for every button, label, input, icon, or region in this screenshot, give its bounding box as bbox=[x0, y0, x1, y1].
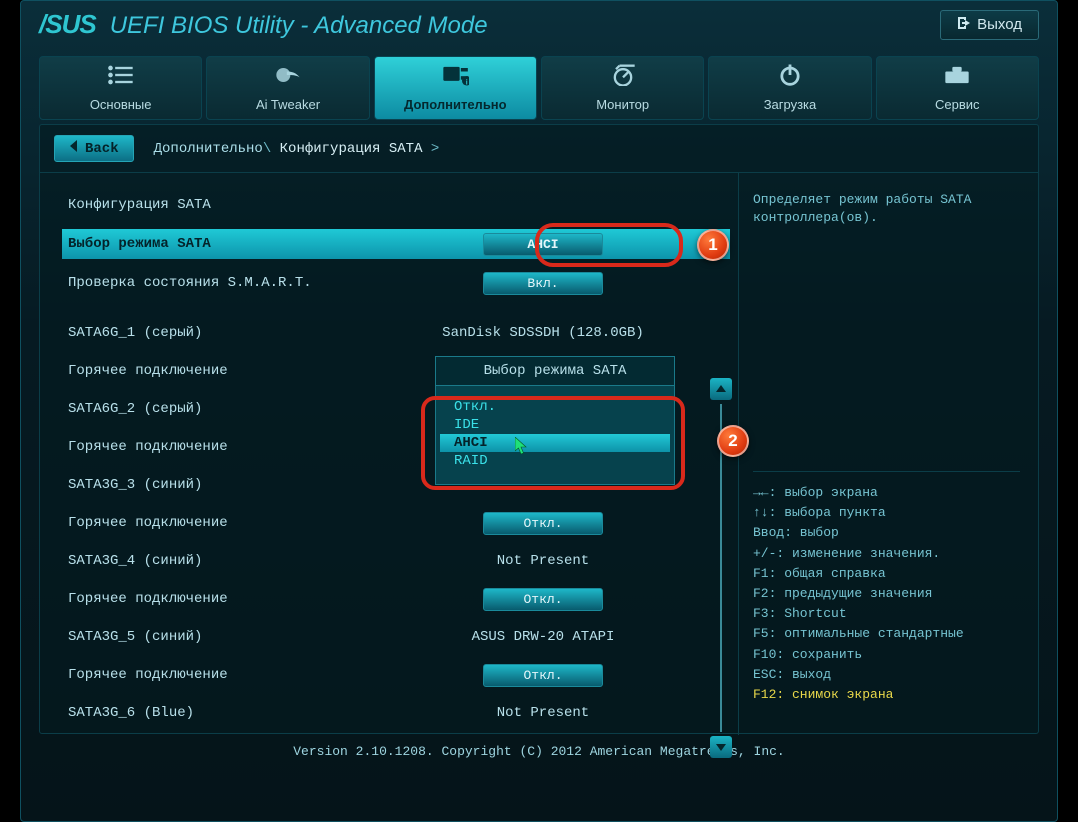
dropdown-item-off[interactable]: Откл. bbox=[440, 398, 670, 416]
footer-text: Version 2.10.1208. Copyright (C) 2012 Am… bbox=[21, 734, 1057, 769]
toolbox-icon bbox=[943, 64, 971, 91]
hotplug-label: Горячее подключение bbox=[68, 439, 428, 455]
sata-mode-dropdown: Выбор режима SATA Откл. IDE AHCI RAID bbox=[435, 356, 675, 485]
port-label: SATA6G_1 (серый) bbox=[68, 325, 428, 341]
section-title: Конфигурация SATA bbox=[68, 191, 730, 219]
tab-bar: Основные Ai Tweaker i Дополнительно Мони… bbox=[21, 56, 1057, 120]
section-title-label: Конфигурация SATA bbox=[68, 197, 428, 213]
hint: F3: Shortcut bbox=[753, 605, 1020, 623]
sata-mode-label: Выбор режима SATA bbox=[68, 236, 428, 252]
port-value: Not Present bbox=[428, 553, 658, 569]
hint: F10: сохранить bbox=[753, 646, 1020, 664]
hint: F2: предыдущие значения bbox=[753, 585, 1020, 603]
port-label: SATA3G_3 (синий) bbox=[68, 477, 428, 493]
smart-value[interactable]: Вкл. bbox=[483, 272, 603, 295]
chip-icon: i bbox=[441, 64, 469, 91]
row-sata6g-1: SATA6G_1 (серый) SanDisk SDSSDH (128.0GB… bbox=[68, 319, 730, 347]
hint: →←: выбор экрана bbox=[753, 484, 1020, 502]
row-sata3g-4: SATA3G_4 (синий) Not Present bbox=[68, 547, 730, 575]
row-hotplug-4[interactable]: Горячее подключение Откл. bbox=[68, 585, 730, 613]
hint: F1: общая справка bbox=[753, 565, 1020, 583]
tab-main[interactable]: Основные bbox=[39, 56, 202, 120]
port-value: SanDisk SDSSDH (128.0GB) bbox=[428, 325, 658, 341]
power-icon bbox=[776, 64, 804, 91]
dropdown-item-raid[interactable]: RAID bbox=[440, 452, 670, 470]
tab-label: Ai Tweaker bbox=[256, 97, 320, 112]
hotplug-label: Горячее подключение bbox=[68, 591, 428, 607]
exit-button[interactable]: Выход bbox=[940, 10, 1039, 40]
breadcrumb-sep: \ bbox=[263, 141, 271, 157]
brand: /SUS UEFI BIOS Utility - Advanced Mode bbox=[39, 9, 488, 40]
hint: ↑↓: выбора пункта bbox=[753, 504, 1020, 522]
back-label: Back bbox=[85, 141, 119, 157]
row-sata-mode[interactable]: Выбор режима SATA AHCI bbox=[62, 229, 730, 259]
hotplug-value[interactable]: Откл. bbox=[483, 512, 603, 535]
breadcrumb-a[interactable]: Дополнительно bbox=[154, 141, 263, 157]
hotplug-label: Горячее подключение bbox=[68, 515, 428, 531]
sata-mode-value[interactable]: AHCI bbox=[483, 233, 603, 256]
tab-aitweaker[interactable]: Ai Tweaker bbox=[206, 56, 369, 120]
back-button[interactable]: Back bbox=[54, 135, 134, 162]
tab-advanced[interactable]: i Дополнительно bbox=[374, 56, 537, 120]
chevron-left-icon bbox=[69, 140, 79, 157]
hint: ESC: выход bbox=[753, 666, 1020, 684]
mouse-cursor-icon bbox=[515, 437, 529, 455]
annotation-badge-2: 2 bbox=[717, 425, 749, 457]
tab-label: Загрузка bbox=[764, 97, 817, 112]
port-value: Not Present bbox=[428, 705, 658, 721]
dropdown-item-ide[interactable]: IDE bbox=[440, 416, 670, 434]
tab-label: Монитор bbox=[596, 97, 649, 112]
tab-boot[interactable]: Загрузка bbox=[708, 56, 871, 120]
hotplug-label: Горячее подключение bbox=[68, 667, 428, 683]
fan-icon bbox=[274, 64, 302, 91]
gauge-icon bbox=[609, 64, 637, 91]
tab-tool[interactable]: Сервис bbox=[876, 56, 1039, 120]
hint-f12: F12: снимок экрана bbox=[753, 686, 1020, 704]
help-description: Определяет режим работы SATA контроллера… bbox=[753, 191, 1020, 471]
port-value: ASUS DRW-20 ATAPI bbox=[428, 629, 658, 645]
row-sata3g-6: SATA3G_6 (Blue) Not Present bbox=[68, 699, 730, 727]
exit-label: Выход bbox=[977, 16, 1022, 33]
svg-text:i: i bbox=[466, 79, 468, 86]
help-pane: Определяет режим работы SATA контроллера… bbox=[738, 173, 1038, 735]
row-smart[interactable]: Проверка состояния S.M.A.R.T. Вкл. bbox=[68, 269, 730, 297]
scroll-up-button[interactable] bbox=[710, 378, 732, 400]
port-label: SATA3G_5 (синий) bbox=[68, 629, 428, 645]
dropdown-item-ahci[interactable]: AHCI bbox=[440, 434, 670, 452]
row-hotplug-3[interactable]: Горячее подключение Откл. bbox=[68, 509, 730, 537]
port-label: SATA3G_6 (Blue) bbox=[68, 705, 428, 721]
breadcrumb: Дополнительно\ Конфигурация SATA > bbox=[154, 141, 440, 157]
tab-label: Дополнительно bbox=[404, 97, 507, 112]
annotation-badge-1: 1 bbox=[697, 229, 729, 261]
row-sata3g-5: SATA3G_5 (синий) ASUS DRW-20 ATAPI bbox=[68, 623, 730, 651]
key-hints: →←: выбор экрана ↑↓: выбора пункта Ввод:… bbox=[753, 471, 1020, 706]
hotplug-value[interactable]: Откл. bbox=[483, 588, 603, 611]
breadcrumb-b: Конфигурация SATA bbox=[280, 141, 423, 157]
exit-icon bbox=[957, 16, 971, 34]
hotplug-value[interactable]: Откл. bbox=[483, 664, 603, 687]
dropdown-title: Выбор режима SATA bbox=[436, 357, 674, 386]
subheader: Back Дополнительно\ Конфигурация SATA > bbox=[40, 125, 1038, 173]
smart-label: Проверка состояния S.M.A.R.T. bbox=[68, 275, 428, 291]
tab-label: Сервис bbox=[935, 97, 980, 112]
tab-monitor[interactable]: Монитор bbox=[541, 56, 704, 120]
hint: +/-: изменение значения. bbox=[753, 545, 1020, 563]
tab-label: Основные bbox=[90, 97, 152, 112]
topbar: /SUS UEFI BIOS Utility - Advanced Mode В… bbox=[21, 1, 1057, 48]
scroll-down-button[interactable] bbox=[710, 736, 732, 758]
hotplug-label: Горячее подключение bbox=[68, 363, 428, 379]
list-icon bbox=[107, 64, 135, 91]
port-label: SATA3G_4 (синий) bbox=[68, 553, 428, 569]
port-label: SATA6G_2 (серый) bbox=[68, 401, 428, 417]
breadcrumb-arrow: > bbox=[431, 141, 439, 157]
bios-window: /SUS UEFI BIOS Utility - Advanced Mode В… bbox=[20, 0, 1058, 822]
hint: F5: оптимальные стандартные bbox=[753, 625, 1020, 643]
hint: Ввод: выбор bbox=[753, 524, 1020, 542]
row-hotplug-5[interactable]: Горячее подключение Откл. bbox=[68, 661, 730, 689]
brand-title: UEFI BIOS Utility - Advanced Mode bbox=[110, 12, 488, 40]
asus-logo: /SUS bbox=[39, 9, 96, 40]
